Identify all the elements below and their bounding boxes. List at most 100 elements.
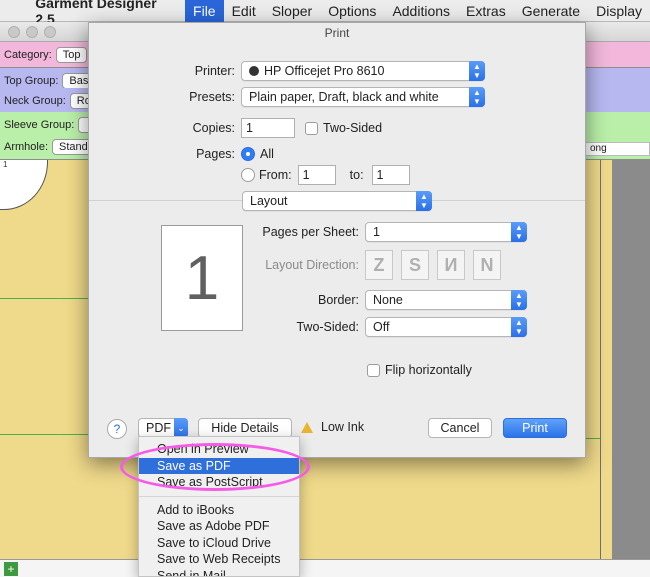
menu-save-to-web-receipts[interactable]: Save to Web Receipts — [139, 551, 299, 568]
pages-per-sheet-select[interactable]: 1 ▲ ▼ — [365, 222, 527, 242]
grid-line — [600, 160, 601, 577]
menu-save-as-pdf[interactable]: Save as PDF — [139, 457, 299, 474]
layout-direction-row: Layout Direction: Z S И N — [259, 250, 509, 280]
two-sided-option-value: Off — [373, 320, 390, 334]
print-dialog: Print Printer: HP Officejet Pro 8610 ▲ ▼ … — [88, 22, 586, 458]
pages-from-radio[interactable] — [241, 168, 255, 182]
pages-all-radio[interactable] — [241, 147, 255, 161]
copies-field[interactable]: 1 — [241, 118, 295, 138]
right-field[interactable]: ong — [585, 142, 650, 156]
flip-horizontally-checkbox[interactable] — [367, 363, 380, 377]
two-sided-label: Two-Sided — [323, 121, 383, 135]
chevron-updown-icon: ▲ ▼ — [511, 290, 527, 310]
two-sided-option-label: Two-Sided: — [296, 320, 359, 334]
low-ink-label: Low Ink — [321, 420, 365, 434]
chevron-updown-icon: ▲ ▼ — [416, 191, 432, 211]
border-value: None — [373, 293, 403, 307]
menu-display[interactable]: Display — [588, 0, 650, 22]
pdf-menu-button[interactable]: PDF ⌄ — [138, 418, 188, 438]
top-group-label: Top Group: — [4, 74, 59, 87]
menu-open-in-preview[interactable]: Open in Preview — [139, 441, 299, 458]
hide-details-button[interactable]: Hide Details — [198, 418, 292, 438]
low-ink-status: Low Ink — [301, 420, 364, 434]
pages-per-sheet-value: 1 — [373, 225, 380, 239]
z-direction-icon[interactable]: Z — [365, 250, 393, 280]
menu-save-to-icloud-drive[interactable]: Save to iCloud Drive — [139, 535, 299, 552]
printer-value: HP Officejet Pro 8610 — [264, 64, 385, 78]
category-select[interactable]: Top — [55, 46, 88, 63]
add-icon[interactable]: + — [4, 562, 18, 576]
canvas-mark: 1 — [3, 160, 8, 169]
chevron-updown-icon: ▲ ▼ — [469, 61, 485, 81]
menu-send-in-mail[interactable]: Send in Mail — [139, 568, 299, 577]
chevron-updown-icon: ▲ ▼ — [511, 222, 527, 242]
menu-edit[interactable]: Edit — [224, 0, 264, 22]
menu-bar: Garment Designer 2.5 File Edit Sloper Op… — [0, 0, 650, 27]
dialog-title: Print — [324, 26, 350, 40]
menu-file[interactable]: File — [185, 0, 224, 22]
flip-horizontally-label: Flip horizontally — [385, 363, 472, 377]
window-controls — [8, 26, 56, 38]
guide-line — [0, 298, 88, 299]
flip-row: Flip horizontally — [367, 363, 472, 377]
pages-per-sheet-label: Pages per Sheet: — [262, 225, 359, 239]
pages-per-sheet-row: Pages per Sheet: 1 ▲ ▼ — [259, 222, 527, 242]
printer-status-icon — [249, 66, 259, 76]
border-select[interactable]: None ▲ ▼ — [365, 290, 527, 310]
n-reverse-direction-icon[interactable]: И — [437, 250, 465, 280]
warning-icon — [301, 421, 313, 433]
menu-save-as-adobe-pdf[interactable]: Save as Adobe PDF — [139, 518, 299, 535]
side-panel — [612, 160, 650, 577]
pages-label: Pages: — [196, 147, 235, 161]
chevron-updown-icon: ▲ ▼ — [511, 317, 527, 337]
menu-add-to-ibooks[interactable]: Add to iBooks — [139, 502, 299, 519]
menu-extras[interactable]: Extras — [458, 0, 514, 22]
to-field[interactable]: 1 — [371, 165, 410, 185]
pages-all-label: All — [260, 147, 274, 161]
s-direction-icon[interactable]: S — [401, 250, 429, 280]
menu-generate[interactable]: Generate — [514, 0, 588, 22]
menu-sloper[interactable]: Sloper — [264, 0, 320, 22]
pattern-curve — [0, 160, 48, 210]
chevron-updown-icon: ▲ ▼ — [469, 87, 485, 107]
section-row: Layout ▲ ▼ — [242, 191, 432, 211]
layout-direction-label: Layout Direction: — [265, 258, 359, 272]
menu-options[interactable]: Options — [320, 0, 384, 22]
menu-additions[interactable]: Additions — [384, 0, 458, 22]
pdf-dropdown-menu: Open in Preview Save as PDF Save as Post… — [138, 436, 300, 577]
cancel-button[interactable]: Cancel — [428, 418, 492, 438]
guide-line — [0, 434, 88, 435]
printer-row: Printer: HP Officejet Pro 8610 ▲ ▼ — [179, 61, 485, 81]
two-sided-option-row: Two-Sided: Off ▲ ▼ — [259, 317, 527, 337]
from-field[interactable]: 1 — [297, 165, 336, 185]
chevron-down-icon: ⌄ — [174, 418, 188, 438]
zoom-window-icon[interactable] — [44, 26, 56, 38]
minimize-window-icon[interactable] — [26, 26, 38, 38]
printer-label: Printer: — [194, 64, 235, 78]
pages-row: Pages: All — [179, 147, 274, 161]
border-row: Border: None ▲ ▼ — [259, 290, 527, 310]
menu-save-as-postscript[interactable]: Save as PostScript — [139, 474, 299, 491]
section-select[interactable]: Layout ▲ ▼ — [242, 191, 432, 211]
two-sided-checkbox[interactable] — [305, 121, 318, 135]
section-value: Layout — [250, 194, 288, 208]
copies-row: Copies: 1 Two-Sided — [179, 118, 382, 138]
print-button[interactable]: Print — [503, 418, 567, 438]
printer-select[interactable]: HP Officejet Pro 8610 ▲ ▼ — [241, 61, 485, 81]
status-bar: + — [0, 559, 650, 577]
n-direction-icon[interactable]: N — [473, 250, 501, 280]
two-sided-option-select[interactable]: Off ▲ ▼ — [365, 317, 527, 337]
close-window-icon[interactable] — [8, 26, 20, 38]
pdf-label: PDF — [146, 421, 171, 435]
help-button[interactable]: ? — [107, 419, 127, 439]
category-label: Category: — [4, 48, 52, 61]
armhole-label: Armhole: — [4, 140, 49, 153]
to-label: to: — [349, 168, 364, 182]
menu-separator — [139, 495, 299, 497]
presets-value: Plain paper, Draft, black and white — [249, 90, 439, 104]
presets-row: Presets: Plain paper, Draft, black and w… — [179, 87, 485, 107]
copies-label: Copies: — [192, 121, 235, 135]
border-label: Border: — [318, 293, 359, 307]
page-preview: 1 — [161, 225, 243, 331]
presets-select[interactable]: Plain paper, Draft, black and white ▲ ▼ — [241, 87, 485, 107]
